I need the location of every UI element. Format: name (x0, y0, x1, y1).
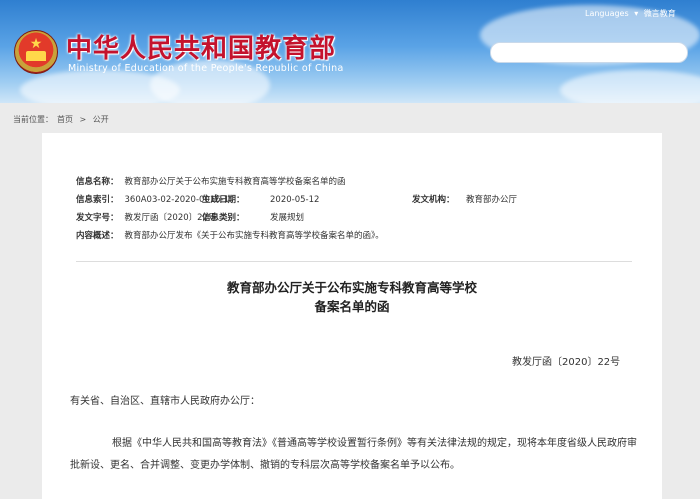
site-subtitle: Ministry of Education of the People's Re… (68, 63, 344, 74)
meta-value: 教育部办公厅关于公布实施专科教育高等学校备案名单的函 (124, 177, 346, 187)
divider (76, 261, 632, 262)
meta-value: 教育部办公厅 (466, 195, 518, 205)
meta-label: 信息类别： (202, 213, 245, 223)
content-panel: 信息名称： 教育部办公厅关于公布实施专科教育高等学校备案名单的函 信息索引： 360… (42, 133, 662, 499)
meta-row: 信息索引： 360A03-02-2020-0016-1 生成日期： 2020-05… (76, 191, 636, 209)
meta-value: 2020-05-12 (270, 195, 320, 205)
cloud-decoration (560, 70, 700, 103)
chevron-right-icon: > (79, 115, 87, 124)
document-title: 教育部办公厅关于公布实施专科教育高等学校 (226, 280, 477, 295)
breadcrumb-home[interactable]: 首页 (57, 115, 73, 124)
metadata-table: 信息名称： 教育部办公厅关于公布实施专科教育高等学校备案名单的函 信息索引： 360… (76, 173, 636, 245)
document-title-line2: 备案名单的函 (314, 299, 390, 314)
meta-value: 发展规划 (270, 213, 305, 223)
addressee: 有关省、自治区、直辖市人民政府办公厅： (70, 396, 260, 407)
languages-link[interactable]: Languages (585, 9, 629, 18)
document-number: 教发厅函〔2020〕22号 (512, 357, 621, 368)
meta-label: 发文机构： (412, 195, 455, 205)
meta-row: 信息名称： 教育部办公厅关于公布实施专科教育高等学校备案名单的函 (76, 173, 636, 191)
weiyan-link[interactable]: 微言教育 (644, 9, 676, 18)
meta-value: 教育部办公厅发布《关于公布实施专科教育高等学校备案名单的函》。 (124, 231, 384, 241)
dropdown-icon[interactable]: ▾ (634, 9, 638, 18)
national-emblem-icon: ★ (14, 30, 58, 74)
meta-label: 内容概述： (76, 231, 119, 241)
meta-row: 内容概述： 教育部办公厅发布《关于公布实施专科教育高等学校备案名单的函》。 (76, 227, 636, 245)
meta-label: 信息索引： (76, 195, 119, 205)
site-header: ★ 中华人民共和国教育部 Ministry of Education of th… (0, 0, 700, 103)
breadcrumb: 当前位置： 首页 > 公开 (13, 114, 113, 125)
meta-row: 发文字号： 教发厅函〔2020〕22号 信息类别： 发展规划 (76, 209, 636, 227)
search-input[interactable] (490, 42, 688, 63)
meta-label: 生成日期： (202, 195, 245, 205)
body-paragraph: 根据《中华人民共和国高等教育法》《普通高等学校设置暂行条例》等有关法律法规的规定… (70, 438, 637, 471)
meta-label: 发文字号： (76, 213, 119, 223)
site-title[interactable]: 中华人民共和国教育部 (66, 28, 336, 65)
top-links: Languages ▾ 微言教育 (585, 8, 676, 19)
meta-label: 信息名称： (76, 177, 119, 187)
breadcrumb-section[interactable]: 公开 (93, 115, 109, 124)
breadcrumb-label: 当前位置： (13, 115, 53, 124)
